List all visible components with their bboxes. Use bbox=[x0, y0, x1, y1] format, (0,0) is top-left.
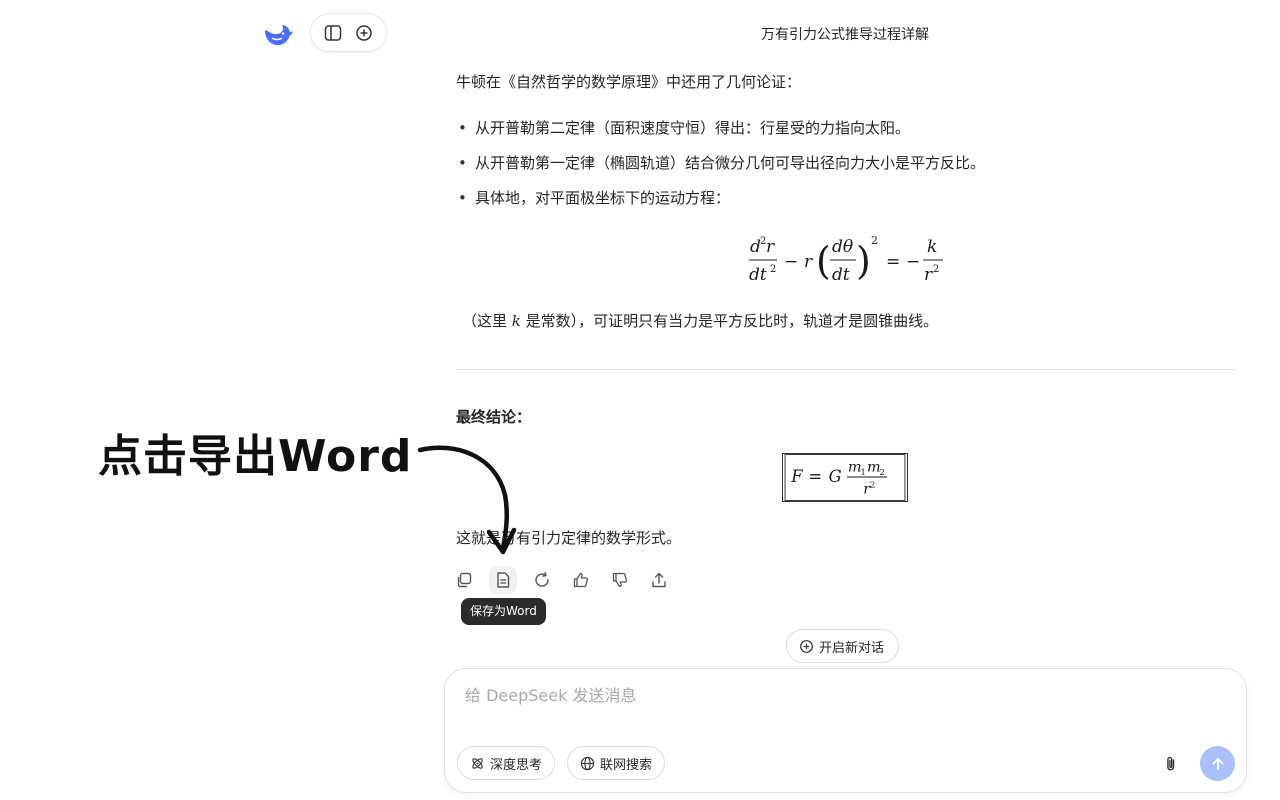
list-item: 从开普勒第一定律（椭圆轨道）结合微分几何可导出径向力大小是平方反比。 bbox=[458, 152, 985, 174]
share-button[interactable] bbox=[645, 566, 673, 594]
globe-icon bbox=[580, 756, 595, 770]
svg-text:(: ( bbox=[816, 239, 831, 283]
list-item: 具体地，对平面极坐标下的运动方程： bbox=[458, 187, 730, 209]
polar-motion-equation: d 2 r dt 2 − r ( dθ dt ) 2 = − k r 2 bbox=[749, 234, 943, 285]
deep-think-icon bbox=[472, 757, 483, 769]
web-search-toggle[interactable]: 联网搜索 bbox=[567, 746, 666, 780]
message-composer: 深度思考 联网搜索 bbox=[444, 668, 1247, 793]
svg-text:2: 2 bbox=[870, 481, 876, 491]
svg-text:k: k bbox=[927, 237, 937, 257]
svg-text:2: 2 bbox=[770, 264, 776, 275]
svg-text:dt: dt bbox=[832, 265, 850, 285]
new-chat-icon bbox=[800, 639, 813, 653]
regenerate-icon bbox=[535, 571, 549, 587]
regenerate-button[interactable] bbox=[528, 566, 556, 594]
svg-text:2: 2 bbox=[933, 264, 939, 275]
copy-icon bbox=[457, 572, 472, 588]
svg-text:F: F bbox=[790, 467, 803, 486]
svg-text:r: r bbox=[924, 265, 933, 285]
svg-text:r: r bbox=[766, 237, 775, 257]
message-actions bbox=[450, 566, 673, 594]
paperclip-icon bbox=[1167, 756, 1175, 771]
message-input[interactable] bbox=[463, 685, 1147, 706]
conversation-title: 万有引力公式推导过程详解 bbox=[761, 27, 929, 43]
thumbs-up-icon bbox=[573, 572, 589, 588]
thumbs-up-button[interactable] bbox=[567, 566, 595, 594]
new-chat-button[interactable]: 开启新对话 bbox=[786, 629, 900, 663]
gravitation-formula-box: F = G m 1 m 2 r 2 bbox=[782, 453, 908, 502]
thumbs-down-icon bbox=[612, 572, 628, 588]
new-chat-top-button[interactable] bbox=[350, 19, 378, 47]
share-icon bbox=[652, 572, 666, 588]
deep-think-label: 深度思考 bbox=[490, 757, 543, 773]
svg-text:dt: dt bbox=[749, 265, 767, 285]
thumbs-down-button[interactable] bbox=[606, 566, 634, 594]
copy-button[interactable] bbox=[450, 566, 478, 594]
send-button[interactable] bbox=[1200, 746, 1235, 781]
sidebar-toggle-button[interactable] bbox=[319, 19, 347, 47]
attach-button[interactable] bbox=[1159, 752, 1183, 776]
conclusion-label: 最终结论： bbox=[456, 408, 532, 426]
new-chat-label: 开启新对话 bbox=[819, 640, 885, 656]
new-chat-icon bbox=[356, 24, 372, 41]
deepseek-whale-icon[interactable] bbox=[262, 18, 294, 50]
svg-text:r: r bbox=[804, 252, 813, 272]
svg-text:dθ: dθ bbox=[832, 237, 853, 257]
web-search-label: 联网搜索 bbox=[600, 757, 653, 773]
annotation-arrow-icon bbox=[417, 445, 517, 555]
svg-text:=: = bbox=[809, 467, 823, 486]
annotation-label: 点击导出Word bbox=[98, 431, 413, 482]
svg-text:2: 2 bbox=[871, 234, 878, 247]
save-as-word-button[interactable] bbox=[489, 566, 517, 594]
svg-text:−: − bbox=[906, 252, 920, 272]
deep-think-toggle[interactable]: 深度思考 bbox=[457, 746, 556, 780]
svg-text:G: G bbox=[829, 467, 842, 486]
save-as-word-icon bbox=[497, 572, 510, 588]
svg-text:): ) bbox=[856, 239, 871, 283]
message-intro: 牛顿在《自然哲学的数学原理》中还用了几何论证： bbox=[456, 73, 802, 91]
svg-text:−: − bbox=[784, 252, 798, 272]
arrow-up-icon bbox=[1212, 757, 1223, 770]
svg-text:=: = bbox=[886, 252, 900, 272]
list-item: 从开普勒第二定律（面积速度守恒）得出：行星受的力指向太阳。 bbox=[458, 117, 910, 139]
sidebar-toggle-icon bbox=[324, 24, 341, 41]
save-as-word-tooltip: 保存为Word bbox=[461, 598, 546, 625]
section-divider bbox=[456, 369, 1236, 370]
constant-note: （这里 k 是常数），可证明只有当力是平方反比时，轨道才是圆锥曲线。 bbox=[462, 312, 939, 330]
top-toolbar bbox=[310, 13, 387, 52]
